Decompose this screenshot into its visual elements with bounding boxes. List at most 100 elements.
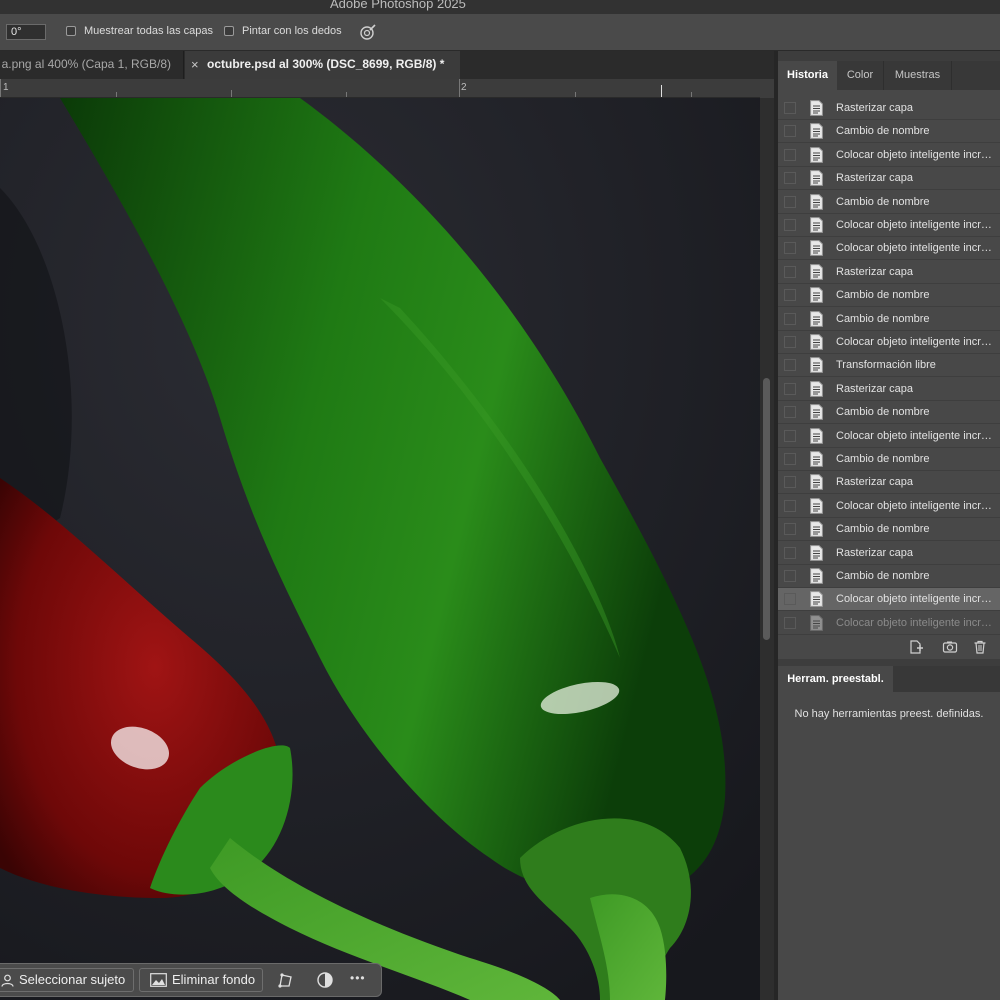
- document-state-icon: [810, 334, 823, 350]
- history-item-label: Cambio de nombre: [836, 125, 930, 138]
- tab-octubre-psd[interactable]: × octubre.psd al 300% (DSC_8699, RGB/8) …: [185, 51, 460, 79]
- history-item[interactable]: Colocar objeto inteligente incrustado: [778, 214, 1000, 237]
- history-source-checkbox[interactable]: [784, 172, 796, 185]
- history-item[interactable]: Colocar objeto inteligente incrustado: [778, 237, 1000, 261]
- select-subject-button[interactable]: Seleccionar sujeto: [0, 968, 134, 992]
- history-source-checkbox[interactable]: [784, 406, 796, 419]
- tab-color[interactable]: Color: [837, 61, 884, 90]
- canvas-vertical-scrollbar[interactable]: [760, 98, 774, 1000]
- history-source-checkbox[interactable]: [784, 499, 796, 512]
- transform-icon[interactable]: [275, 969, 297, 991]
- history-item[interactable]: Cambio de nombre: [778, 565, 1000, 588]
- sample-all-layers-label: Muestrear todas las capas: [84, 25, 214, 37]
- history-source-checkbox[interactable]: [784, 242, 796, 255]
- history-source-checkbox[interactable]: [784, 195, 796, 208]
- history-item[interactable]: Colocar objeto inteligente incrustado: [778, 588, 1000, 612]
- document-state-icon: [810, 146, 823, 163]
- history-source-checkbox[interactable]: [784, 312, 796, 325]
- title-bar: Adobe Photoshop 2025: [0, 0, 1000, 14]
- sample-all-layers-checkbox[interactable]: [66, 26, 76, 36]
- history-item-label: Colocar objeto inteligente incrustado: [836, 336, 996, 348]
- history-item[interactable]: Rasterizar capa: [778, 261, 1000, 284]
- document-state-icon: [810, 310, 823, 327]
- close-icon[interactable]: ×: [191, 51, 199, 78]
- document-state-icon: [810, 451, 823, 467]
- options-bar: Muestrear todas las capas Pintar con los…: [0, 14, 1000, 51]
- history-item-label: Colocar objeto inteligente incrustado: [836, 616, 996, 629]
- smudge-finger-icon[interactable]: [358, 22, 378, 42]
- document-state-icon: [810, 544, 823, 561]
- document-canvas[interactable]: [0, 98, 760, 1000]
- document-state-icon: [810, 193, 823, 210]
- history-item[interactable]: Rasterizar capa: [778, 97, 1000, 120]
- document-state-icon: [810, 568, 823, 584]
- history-item[interactable]: Cambio de nombre: [778, 401, 1000, 425]
- scroll-thumb[interactable]: [763, 378, 770, 640]
- history-item[interactable]: Cambio de nombre: [778, 191, 1000, 214]
- document-state-icon: [810, 263, 823, 280]
- history-item[interactable]: Cambio de nombre: [778, 308, 1000, 331]
- history-source-checkbox[interactable]: [784, 570, 796, 582]
- snapshot-camera-icon[interactable]: [942, 639, 958, 655]
- history-source-checkbox[interactable]: [784, 453, 796, 465]
- remove-background-label: Eliminar fondo: [172, 972, 256, 987]
- history-item[interactable]: Colocar objeto inteligente incrustado: [778, 495, 1000, 518]
- history-item[interactable]: Rasterizar capa: [778, 167, 1000, 191]
- history-item[interactable]: Cambio de nombre: [778, 284, 1000, 308]
- finger-paint-label: Pintar con los dedos: [242, 25, 342, 37]
- document-tabs: a.png al 400% (Capa 1, RGB/8) × octubre.…: [0, 51, 775, 79]
- history-source-checkbox[interactable]: [784, 593, 796, 606]
- history-item[interactable]: Cambio de nombre: [778, 448, 1000, 471]
- history-item[interactable]: Cambio de nombre: [778, 518, 1000, 542]
- history-item-label: Cambio de nombre: [836, 523, 930, 536]
- ruler-mark-2: 2: [461, 82, 467, 93]
- history-source-checkbox[interactable]: [784, 219, 796, 231]
- history-item[interactable]: Rasterizar capa: [778, 471, 1000, 495]
- history-source-checkbox[interactable]: [784, 359, 796, 372]
- remove-background-button[interactable]: Eliminar fondo: [139, 968, 263, 992]
- adjustment-circle-icon[interactable]: [314, 969, 336, 991]
- history-item[interactable]: Colocar objeto inteligente incrustado: [778, 612, 1000, 635]
- history-item-label: Cambio de nombre: [836, 453, 930, 465]
- history-item[interactable]: Cambio de nombre: [778, 120, 1000, 144]
- history-source-checkbox[interactable]: [784, 265, 796, 278]
- document-state-icon: [810, 170, 823, 187]
- history-item-label: Rasterizar capa: [836, 265, 914, 278]
- document-state-icon: [810, 404, 823, 421]
- history-item[interactable]: Colocar objeto inteligente incrustado: [778, 144, 1000, 167]
- trash-icon[interactable]: [972, 639, 988, 655]
- history-source-checkbox[interactable]: [784, 382, 796, 395]
- document-state-icon: [810, 287, 823, 304]
- history-source-checkbox[interactable]: [784, 616, 796, 629]
- history-item[interactable]: Rasterizar capa: [778, 378, 1000, 401]
- tab-tool-presets[interactable]: Herram. preestabl.: [778, 666, 893, 692]
- history-item[interactable]: Transformación libre: [778, 354, 1000, 378]
- history-item-label: Cambio de nombre: [836, 289, 930, 302]
- history-item-label: Rasterizar capa: [836, 102, 914, 114]
- history-source-checkbox[interactable]: [784, 429, 796, 442]
- more-icon[interactable]: •••: [350, 971, 366, 985]
- tab-muestras[interactable]: Muestras: [884, 61, 952, 90]
- history-item[interactable]: Colocar objeto inteligente incrustado: [778, 425, 1000, 448]
- ruler-mark-1: 1: [3, 82, 9, 93]
- history-item[interactable]: Rasterizar capa: [778, 542, 1000, 565]
- history-source-checkbox[interactable]: [784, 289, 796, 302]
- history-source-checkbox[interactable]: [784, 102, 796, 114]
- history-item-label: Rasterizar capa: [836, 546, 914, 559]
- document-state-icon: [810, 521, 823, 538]
- history-source-checkbox[interactable]: [784, 336, 796, 348]
- history-source-checkbox[interactable]: [784, 125, 796, 138]
- angle-input[interactable]: [6, 24, 46, 40]
- tool-presets-panel: Herram. preestabl. No hay herramientas p…: [778, 666, 1000, 1000]
- history-source-checkbox[interactable]: [784, 148, 796, 161]
- tab-a-png[interactable]: a.png al 400% (Capa 1, RGB/8): [0, 51, 184, 79]
- history-source-checkbox[interactable]: [784, 476, 796, 489]
- document-state-icon: [810, 380, 823, 397]
- new-document-from-state-icon[interactable]: [908, 639, 924, 655]
- chili-photo: [0, 98, 760, 1000]
- tab-historia[interactable]: Historia: [778, 61, 837, 90]
- finger-paint-checkbox[interactable]: [224, 26, 234, 36]
- history-source-checkbox[interactable]: [784, 546, 796, 559]
- history-source-checkbox[interactable]: [784, 523, 796, 536]
- history-item[interactable]: Colocar objeto inteligente incrustado: [778, 331, 1000, 354]
